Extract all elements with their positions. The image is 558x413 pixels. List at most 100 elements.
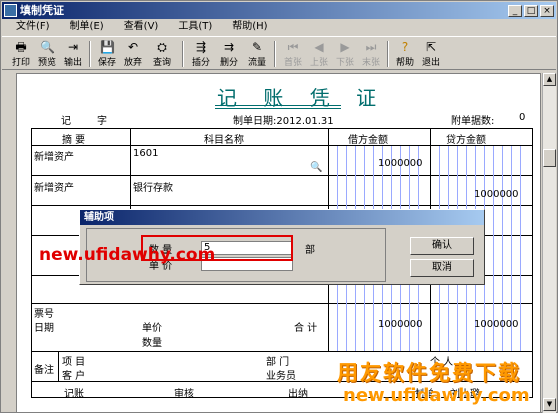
toolbar-separator — [387, 41, 389, 67]
cashier-label: 出纳 — [288, 389, 308, 400]
first-icon: ⏮ — [287, 40, 299, 54]
maximize-button[interactable]: □ — [524, 5, 538, 17]
dialog-title: 辅助项 — [80, 210, 484, 225]
help-icon: ? — [401, 40, 409, 54]
last-icon: ⏭ — [365, 40, 377, 54]
menu-tools[interactable]: 工具(T) — [168, 19, 222, 35]
row1-account[interactable]: 1601 — [133, 148, 158, 159]
prev-button[interactable]: ◀ 上张 — [306, 39, 332, 69]
help-button[interactable]: ? 帮助 — [392, 39, 418, 69]
preview-button[interactable]: 🔍 预览 — [34, 39, 60, 69]
flow-label: 流量 — [247, 58, 266, 68]
menu-file[interactable]: 文件(F) — [6, 19, 60, 35]
first-label: 首张 — [283, 58, 302, 68]
next-icon: ▶ — [340, 40, 350, 54]
col-debit: 借方金额 — [348, 135, 388, 146]
voucher-word: 字 — [97, 116, 107, 127]
watermark-brand: 用友软件免费下载 — [337, 361, 521, 385]
menu-view[interactable]: 查看(V) — [114, 19, 169, 35]
close-button[interactable]: × — [540, 5, 554, 17]
col-credit: 贷方金额 — [446, 135, 486, 146]
row1-summary[interactable]: 新增资产 — [34, 148, 74, 163]
first-button[interactable]: ⏮ 首张 — [280, 39, 306, 69]
insert-row-button[interactable]: ⇶ 插分 — [188, 39, 214, 69]
salesperson-label: 业务员 — [266, 371, 296, 382]
ticket-label: 票号 — [34, 309, 54, 320]
printer-icon: 🖶 — [15, 40, 27, 54]
voucher-date[interactable]: 制单日期:2012.01.31 — [233, 112, 334, 127]
total-label: 合 计 — [294, 323, 318, 334]
export-label: 输出 — [63, 58, 82, 68]
total-credit: 1000000 — [474, 319, 519, 330]
flow-button[interactable]: ✎ 流量 — [244, 39, 270, 69]
delete-row-icon: ⇉ — [223, 40, 235, 54]
bookkeeper-label: 记账 — [64, 389, 84, 400]
remark-label: 备注 — [34, 365, 54, 376]
customer-label: 客 户 — [62, 371, 86, 382]
prev-label: 上张 — [309, 58, 328, 68]
watermark-url-orange: new.ufidawhy.com — [343, 385, 530, 406]
query-button[interactable]: ⛭ 查询 — [149, 39, 175, 69]
department-label: 部 门 — [266, 357, 290, 368]
voucher-window: 填制凭证 _ □ × 文件(F) 制单(E) 查看(V) 工具(T) 帮助(H)… — [0, 0, 558, 413]
save-label: 保存 — [97, 58, 116, 68]
export-icon: ⇥ — [67, 40, 79, 54]
delete-row-label: 删分 — [219, 58, 238, 68]
preview-label: 预览 — [37, 58, 56, 68]
reviewer-label: 审核 — [174, 389, 194, 400]
grid-line — [32, 351, 532, 352]
print-label: 打印 — [11, 58, 30, 68]
row2-credit[interactable]: 1000000 — [474, 189, 519, 200]
cancel-button[interactable]: 取消 — [410, 259, 474, 277]
unit-price-label: 单价 — [142, 323, 162, 334]
voucher-type[interactable]: 记 — [61, 112, 71, 127]
toolbar-separator — [89, 41, 91, 67]
print-button[interactable]: 🖶 打印 — [8, 39, 34, 69]
title-underline — [215, 108, 341, 109]
disk-icon: 💾 — [100, 40, 115, 54]
scroll-up-icon[interactable]: ▲ — [543, 73, 556, 86]
delete-row-button[interactable]: ⇉ 删分 — [216, 39, 242, 69]
menu-help[interactable]: 帮助(H) — [222, 19, 277, 35]
scroll-down-icon[interactable]: ▼ — [543, 398, 556, 411]
insert-row-icon: ⇶ — [195, 40, 207, 54]
scroll-thumb[interactable] — [543, 149, 556, 167]
toolbar-separator — [274, 41, 276, 67]
toolbar-separator — [182, 41, 184, 67]
row2-account[interactable]: 银行存款 — [133, 179, 173, 194]
prev-icon: ◀ — [314, 40, 324, 54]
discard-label: 放弃 — [123, 58, 142, 68]
app-icon — [4, 4, 17, 17]
date-label: 日期 — [34, 323, 54, 334]
exit-icon: ⇱ — [425, 40, 437, 54]
undo-icon: ↶ — [127, 40, 139, 54]
last-button[interactable]: ⏭ 末张 — [358, 39, 384, 69]
next-label: 下张 — [335, 58, 354, 68]
qty-unit: 部 — [305, 245, 315, 256]
project-label: 项 目 — [62, 357, 86, 368]
ok-button[interactable]: 确认 — [410, 237, 474, 255]
col-summary: 摘 要 — [62, 135, 86, 146]
discard-button[interactable]: ↶ 放弃 — [120, 39, 146, 69]
pencil-icon: ✎ — [251, 40, 263, 54]
exit-button[interactable]: ⇱ 退出 — [418, 39, 444, 69]
minimize-button[interactable]: _ — [508, 5, 522, 17]
title-underline — [215, 105, 341, 106]
row2-summary[interactable]: 新增资产 — [34, 179, 74, 194]
vertical-scrollbar[interactable]: ▲ ▼ — [542, 73, 556, 413]
preview-icon: 🔍 — [40, 40, 55, 54]
insert-row-label: 插分 — [191, 58, 210, 68]
menu-voucher[interactable]: 制单(E) — [60, 19, 114, 35]
save-button[interactable]: 💾 保存 — [94, 39, 120, 69]
export-button[interactable]: ⇥ 输出 — [60, 39, 86, 69]
menu-bar: 文件(F) 制单(E) 查看(V) 工具(T) 帮助(H) — [2, 19, 556, 35]
toolbar: 🖶 打印 🔍 预览 ⇥ 输出 💾 保存 ↶ 放弃 ⛭ 查询 ⇶ 插分 ⇉ 删分 ✎ 流量 ⏮ 首张 … — [2, 36, 556, 70]
account-lookup-icon[interactable]: 🔍 — [310, 162, 322, 173]
watermark-url-red: new.ufidawhy.com — [39, 245, 216, 265]
next-button[interactable]: ▶ 下张 — [332, 39, 358, 69]
row1-debit[interactable]: 1000000 — [378, 158, 423, 169]
attach-label: 附单据数: — [451, 116, 495, 127]
binoculars-icon: ⛭ — [157, 40, 167, 54]
attach-value[interactable]: 0 — [519, 112, 525, 123]
window-title: 填制凭证 — [20, 4, 64, 17]
